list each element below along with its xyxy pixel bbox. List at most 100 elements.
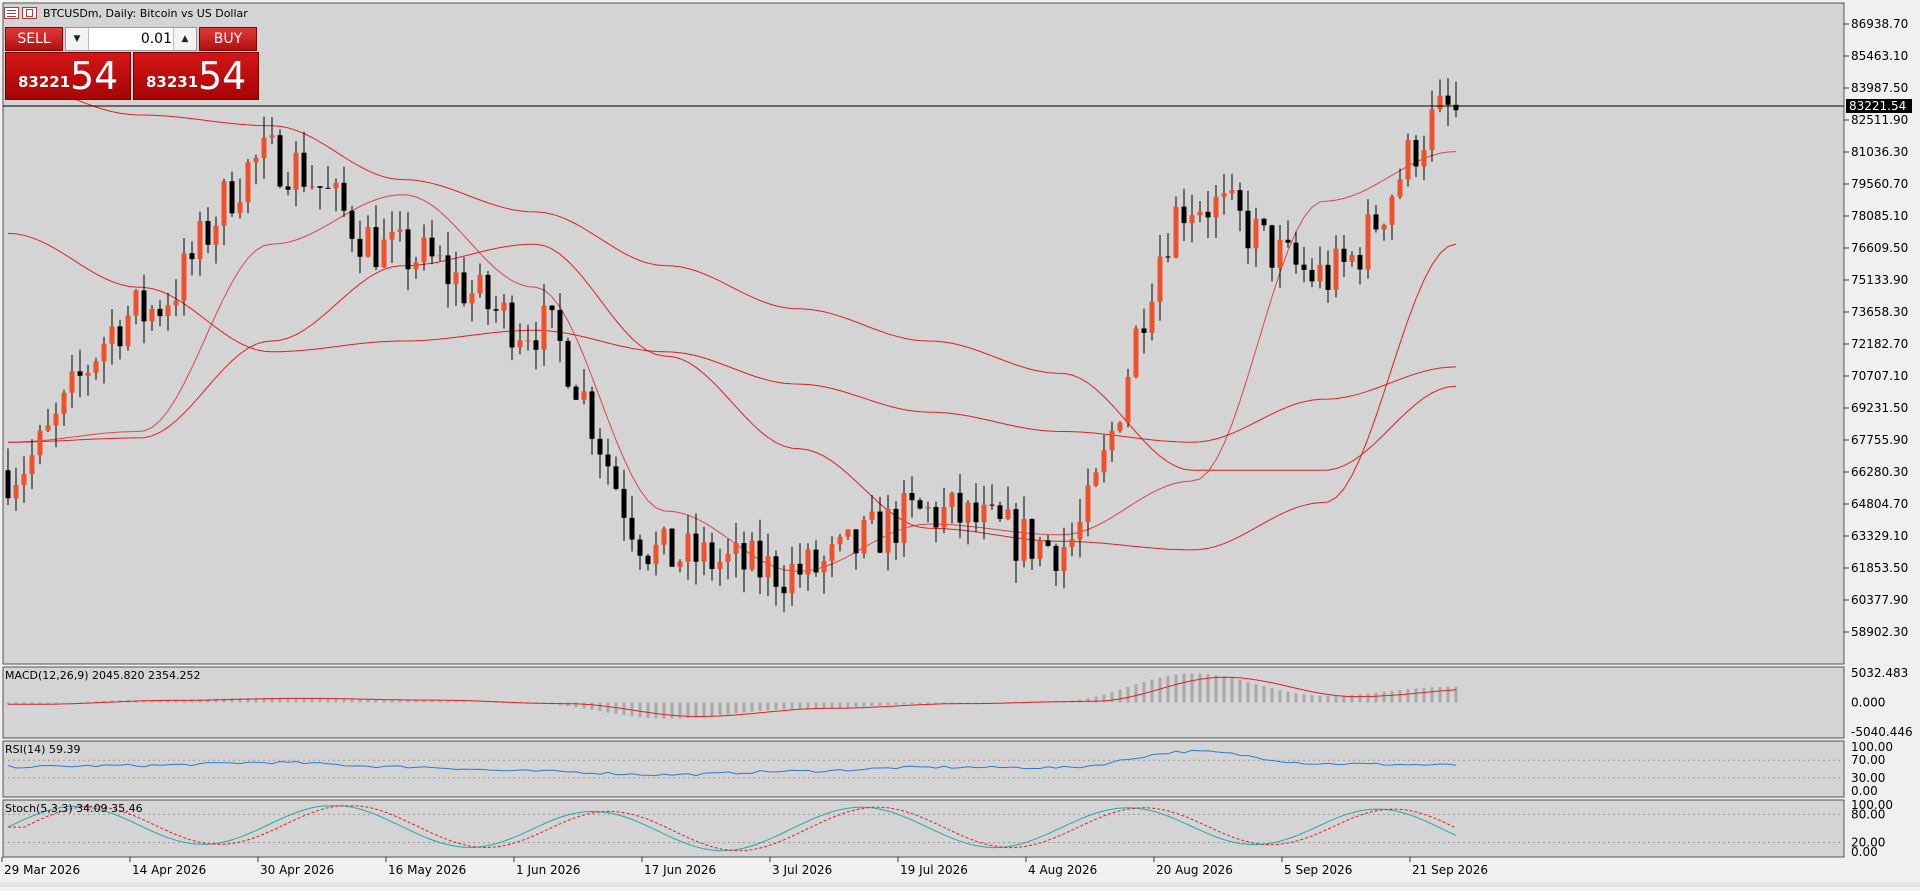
rsi-axis-label: 100.00 [1851, 740, 1893, 754]
price-axis-label: 60377.90 [1851, 593, 1908, 607]
candle-bull [653, 544, 659, 565]
chart-canvas[interactable]: 86938.70 85463.10 83987.50 82511.90 81036.30… [0, 0, 1920, 887]
stoch-panel[interactable] [2, 799, 1845, 858]
candle-bull [1405, 139, 1411, 180]
candle-bull [397, 229, 403, 232]
candle-bull [1085, 485, 1091, 522]
candle-bull [1133, 328, 1139, 378]
candle-bear [1045, 540, 1051, 546]
candle-bull [149, 308, 155, 322]
candle-bull [749, 540, 755, 570]
price-axis-label: 73658.30 [1851, 305, 1908, 319]
lot-decrease-icon[interactable]: ▼ [66, 28, 89, 50]
candle-bull [381, 239, 387, 268]
price-axis-label: 75133.90 [1851, 273, 1908, 287]
candle-bear [757, 540, 763, 578]
date-axis-label: 4 Aug 2026 [1028, 863, 1097, 877]
candle-bear [1141, 328, 1147, 333]
date-axis-label: 17 Jun 2026 [644, 863, 716, 877]
stoch-title: Stoch(5,3,3) 34.09 35.46 [5, 802, 143, 815]
macd-axis-label: -5040.446 [1851, 725, 1913, 739]
candle-bull [37, 430, 43, 456]
candle-bull [941, 506, 947, 528]
candle-bull [1389, 196, 1395, 225]
candle-bull [1117, 422, 1123, 431]
candle-bear [813, 549, 819, 573]
price-axis-label: 63329.10 [1851, 529, 1908, 543]
candle-bull [837, 536, 843, 545]
candle-bear [997, 505, 1003, 519]
macd-panel[interactable] [2, 666, 1845, 739]
candle-bull [1333, 248, 1339, 290]
candle-bear [709, 542, 715, 569]
candle-bull [197, 220, 203, 260]
candle-bull [365, 227, 371, 257]
candle-bull [69, 371, 75, 393]
lot-increase-icon[interactable]: ▲ [173, 28, 196, 50]
candle-bull [725, 553, 731, 563]
candle-bull [821, 560, 827, 573]
candle-bull [245, 162, 251, 203]
buy-button-label: BUY [213, 31, 243, 47]
candle-bull [413, 262, 419, 270]
chart-window-icon[interactable] [4, 7, 19, 19]
candle-bear [909, 493, 915, 501]
date-axis-label: 3 Jul 2026 [772, 863, 832, 877]
candle-bear [773, 556, 779, 587]
candle-bear [781, 586, 787, 594]
candle-bull [29, 455, 35, 475]
candle-bear [629, 517, 635, 540]
main-price-panel[interactable] [2, 2, 1845, 665]
rsi-panel[interactable] [2, 740, 1845, 798]
candle-bull [1397, 179, 1403, 197]
buy-price-box[interactable]: 83231 54 [133, 52, 259, 100]
chart-title: BTCUSDm, Daily: Bitcoin vs US Dollar [43, 6, 248, 20]
candle-bull [1197, 211, 1203, 216]
candle-bull [93, 361, 99, 373]
sell-price-box[interactable]: 83221 54 [5, 52, 131, 100]
candle-bull [1437, 95, 1443, 110]
candle-bear [493, 309, 499, 311]
candle-bear [557, 310, 563, 341]
rsi-axis-label: 0.00 [1851, 784, 1878, 798]
sell-price-prefix: 83221 [18, 73, 71, 91]
candle-bear [973, 502, 979, 523]
date-axis-label: 1 Jun 2026 [516, 863, 581, 877]
candle-bull [53, 413, 59, 426]
price-axis-label: 64804.70 [1851, 497, 1908, 511]
sell-button-label: SELL [17, 31, 51, 47]
rsi-axis-label: 70.00 [1851, 753, 1885, 767]
candle-bear [117, 326, 123, 347]
candle-bear [533, 340, 539, 350]
candle-bear [5, 470, 11, 499]
sell-price-pips: 54 [70, 54, 119, 98]
candle-bear [589, 391, 595, 439]
candle-bull [1317, 264, 1323, 282]
candle-bull [1429, 109, 1435, 151]
candle-bull [309, 186, 315, 188]
candle-bear [509, 302, 515, 348]
candle-bull [541, 305, 547, 350]
candle-bull [949, 492, 955, 507]
price-axis-label: 83987.50 [1851, 81, 1908, 95]
lot-size-input[interactable] [90, 30, 174, 48]
candle-bull [1213, 196, 1219, 218]
candle-bear [317, 186, 323, 188]
buy-button[interactable]: BUY [199, 27, 257, 51]
candle-bull [789, 563, 795, 594]
date-axis-label: 19 Jul 2026 [900, 863, 968, 877]
buy-price-pips: 54 [198, 54, 247, 98]
candle-bear [877, 511, 883, 553]
chart-restore-icon[interactable] [22, 7, 37, 19]
one-click-trading-panel: SELL ▼ ▲ BUY 83221 54 83231 54 [5, 27, 259, 100]
candle-bull [181, 253, 187, 301]
candle-bear [1181, 206, 1187, 224]
candle-bull [237, 202, 243, 214]
lot-size-stepper[interactable]: ▼ ▲ [65, 27, 197, 51]
sell-button[interactable]: SELL [5, 27, 63, 51]
horizontal-scrollbar[interactable] [0, 882, 1920, 887]
candle-bear [741, 543, 747, 570]
candle-bull [293, 152, 299, 190]
candle-bear [1309, 269, 1315, 282]
candle-bear [597, 438, 603, 455]
